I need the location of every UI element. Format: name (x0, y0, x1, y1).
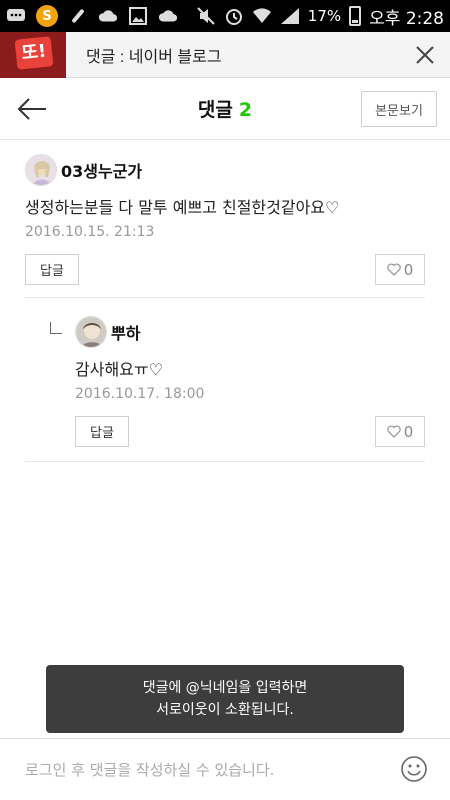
reply-button[interactable]: 답글 (75, 416, 129, 447)
battery-percent: 17% (307, 7, 342, 25)
like-count: 0 (403, 260, 414, 279)
tool-icon (68, 6, 88, 26)
image-icon (128, 6, 148, 26)
heart-icon (386, 425, 401, 438)
reply-item: 뿌하 감사해요ㅠ♡ 2016.10.17. 18:00 답글 0 (75, 316, 425, 447)
comment-text: 감사해요ㅠ♡ (75, 360, 163, 379)
status-bar: S 17% 오후 2:28 (0, 0, 450, 32)
comment-date: 2016.10.15. 21:13 (25, 224, 155, 240)
comment-author[interactable]: 03생누군가 (61, 158, 142, 182)
cloud-icon (98, 6, 118, 26)
cloud-icon (158, 6, 178, 26)
avatar[interactable] (75, 316, 107, 348)
reply-button[interactable]: 답글 (25, 254, 79, 285)
browser-title: 댓글 : 네이버 블로그 (86, 48, 222, 66)
app-logo-text: 또! (14, 35, 54, 70)
view-body-button[interactable]: 본문보기 (361, 91, 437, 127)
mute-icon (196, 6, 216, 26)
avatar[interactable] (25, 154, 57, 186)
close-icon (416, 45, 434, 64)
browser-bar: 또! 댓글 : 네이버 블로그 (0, 31, 450, 78)
like-count: 0 (403, 422, 414, 441)
divider (25, 297, 425, 298)
battery-icon (349, 6, 362, 26)
page-header: 댓글 2 본문보기 (0, 78, 450, 140)
like-button[interactable]: 0 (375, 254, 425, 285)
comment-input-bar[interactable]: 로그인 후 댓글을 작성하실 수 있습니다. (0, 738, 450, 800)
alarm-icon (224, 6, 244, 26)
comment-author[interactable]: 뿌하 (111, 320, 140, 344)
comment-item: 03생누군가 생정하는분들 다 말투 예쁘고 친절한것같아요♡ 2016.10.… (25, 154, 425, 285)
message-icon (6, 6, 26, 26)
comment-date: 2016.10.17. 18:00 (75, 386, 205, 402)
smiley-icon (401, 756, 427, 782)
comment-input[interactable]: 로그인 후 댓글을 작성하실 수 있습니다. (25, 759, 274, 780)
like-button[interactable]: 0 (375, 416, 425, 447)
reply-indent-icon (50, 322, 62, 334)
clock: 오후 2:28 (369, 8, 444, 29)
app-logo: 또! (0, 31, 66, 78)
toast-message: 댓글에 @닉네임을 입력하면 서로이웃이 소환됩니다. (46, 665, 404, 733)
emoji-button[interactable] (400, 755, 428, 783)
s-badge-icon: S (36, 5, 58, 27)
toast-line-1: 댓글에 @닉네임을 입력하면 (142, 680, 308, 696)
divider (25, 461, 425, 462)
comment-text: 생정하는분들 다 말투 예쁘고 친절한것같아요♡ (25, 198, 340, 217)
page-title-text: 댓글 (197, 99, 233, 121)
heart-icon (386, 263, 401, 276)
comment-count: 2 (238, 99, 253, 121)
toast-line-2: 서로이웃이 소환됩니다. (156, 702, 294, 718)
close-button[interactable] (400, 32, 450, 78)
wifi-icon (252, 6, 272, 26)
signal-icon (280, 6, 300, 26)
